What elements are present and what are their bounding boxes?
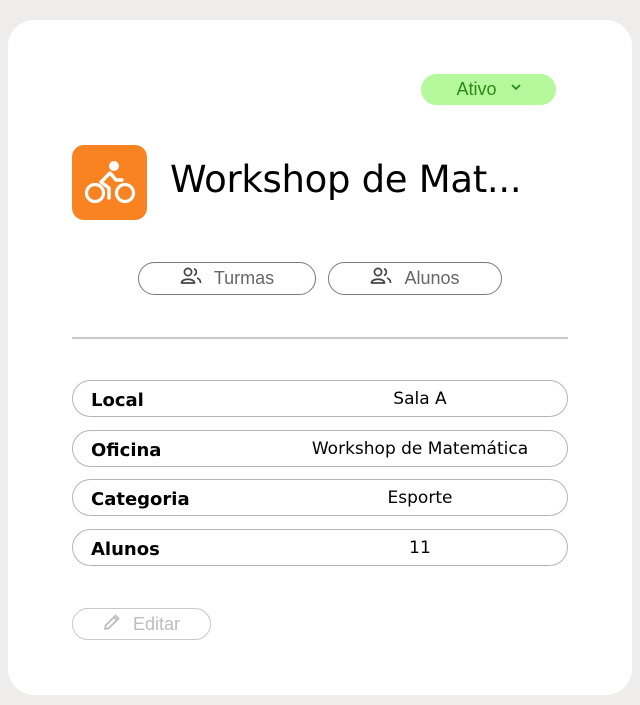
detail-value: Workshop de Matemática — [311, 439, 529, 459]
detail-row-alunos: Alunos 11 — [72, 529, 568, 566]
detail-label: Oficina — [91, 440, 162, 461]
tab-turmas[interactable]: Turmas — [138, 262, 316, 295]
status-dropdown[interactable]: Ativo — [421, 74, 556, 105]
tab-alunos-label: Alunos — [404, 268, 460, 288]
edit-label: Editar — [132, 613, 181, 634]
workshop-card: Ativo Workshop de Mat... Turmas Alunos L… — [8, 20, 632, 695]
edit-button[interactable]: Editar — [72, 608, 211, 640]
detail-value: 11 — [409, 538, 431, 558]
detail-label: Categoria — [91, 489, 190, 510]
pencil-icon — [103, 613, 121, 636]
detail-row-categoria: Categoria Esporte — [72, 479, 568, 516]
status-label: Ativo — [456, 79, 497, 99]
users-icon — [370, 267, 392, 290]
divider — [72, 337, 568, 339]
tab-alunos[interactable]: Alunos — [328, 262, 502, 295]
detail-row-oficina: Oficina Workshop de Matemática — [72, 430, 568, 467]
detail-label: Local — [91, 390, 144, 411]
bicycle-icon — [72, 145, 147, 220]
chevron-down-icon — [510, 83, 521, 94]
detail-row-local: Local Sala A — [72, 380, 568, 417]
workshop-title: Workshop de Mat... — [170, 158, 522, 201]
tab-turmas-label: Turmas — [213, 268, 275, 288]
users-icon — [180, 267, 202, 290]
detail-value: Sala A — [393, 389, 447, 409]
detail-value: Esporte — [387, 488, 453, 508]
detail-label: Alunos — [91, 539, 160, 560]
